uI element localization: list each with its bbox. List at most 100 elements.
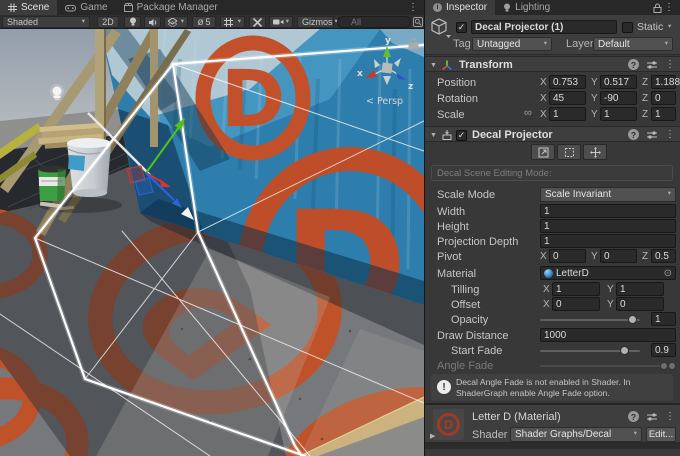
axis-y-label: Y	[591, 251, 598, 262]
presets-icon[interactable]	[646, 130, 658, 140]
rotation-x-field[interactable]: 45	[549, 91, 586, 105]
angle-fade-label: Angle Fade	[437, 360, 493, 372]
scene-effects-dropdown[interactable]: ▾	[164, 16, 188, 28]
scene-viewport[interactable]: D	[0, 29, 424, 456]
angle-fade-slider[interactable]	[540, 365, 673, 367]
chevron-down-icon: ▾	[286, 19, 289, 26]
inspector-menu-icon[interactable]: ⋮	[664, 3, 674, 13]
material-section-title: Letter D (Material)	[472, 411, 561, 423]
position-z-field[interactable]: 1.188	[651, 75, 676, 89]
scene-tab-menu-icon[interactable]: ⋮	[408, 3, 418, 13]
scene-search-input[interactable]	[337, 16, 411, 28]
component-menu-icon[interactable]: ⋮	[665, 130, 675, 140]
width-field[interactable]: 1	[540, 204, 676, 218]
decal-scale-tool-button[interactable]	[531, 144, 555, 160]
scene-audio-toggle[interactable]	[144, 16, 161, 28]
gameobject-cube-icon[interactable]	[430, 18, 452, 38]
scene-camera-dropdown[interactable]: ▾	[269, 16, 293, 28]
draw-distance-field[interactable]: 1000	[540, 328, 676, 342]
gizmos-label: Gizmos	[302, 17, 333, 27]
component-enabled-checkbox[interactable]: ✓	[456, 130, 467, 141]
decal-pivot-tool-button[interactable]	[583, 144, 607, 160]
gameobject-name-field[interactable]: Decal Projector (1)	[471, 20, 617, 34]
width-row: Width 1	[425, 204, 680, 219]
rotation-y-field[interactable]: -90	[600, 91, 637, 105]
opacity-field[interactable]: 1	[651, 312, 676, 326]
height-field[interactable]: 1	[540, 219, 676, 233]
toggle-2d-button[interactable]: 2D	[97, 16, 119, 28]
opacity-slider-knob[interactable]	[628, 315, 637, 324]
angle-fade-row: Angle Fade	[425, 358, 680, 373]
tiling-y-field[interactable]: 1	[616, 282, 664, 296]
material-thumbnail[interactable]: D	[433, 409, 464, 440]
pivot-x-field[interactable]: 0	[549, 249, 586, 263]
decal-crop-tool-button[interactable]	[557, 144, 581, 160]
draw-distance-label: Draw Distance	[437, 330, 509, 342]
toggle-2d-label: 2D	[102, 17, 114, 27]
tab-lighting[interactable]: Lighting	[495, 0, 558, 15]
material-thumbnail-letter: D	[444, 418, 454, 432]
angle-fade-max-knob[interactable]	[668, 362, 676, 370]
offset-y-field[interactable]: 0	[616, 297, 664, 311]
opacity-slider[interactable]	[540, 319, 640, 321]
layer-dropdown[interactable]: Default▾	[593, 37, 673, 51]
scene-lighting-toggle[interactable]	[124, 16, 141, 28]
axis-x-label: X	[540, 251, 547, 262]
presets-icon[interactable]	[646, 412, 658, 422]
pivot-z-field[interactable]: 0.5	[651, 249, 676, 263]
help-icon[interactable]: ?	[628, 129, 639, 140]
axis-x-label: X	[540, 77, 547, 88]
material-object-field[interactable]: LetterD ⊙	[540, 266, 676, 280]
object-picker-icon[interactable]: ⊙	[664, 268, 672, 279]
angle-fade-min-knob[interactable]	[660, 362, 668, 370]
tab-inspector[interactable]: i Inspector	[425, 0, 495, 15]
start-fade-field[interactable]: 0.9	[651, 343, 676, 357]
projection-depth-label: Projection Depth	[437, 236, 518, 248]
inspector-tabbar: i Inspector Lighting ⋮	[425, 0, 680, 15]
static-checkbox[interactable]	[622, 22, 633, 33]
rotation-z-field[interactable]: 0	[651, 91, 676, 105]
grid-settings-dropdown[interactable]: ▾	[220, 16, 245, 28]
scale-x-field[interactable]: 1	[549, 107, 586, 121]
tab-package-manager[interactable]: Package Manager	[116, 0, 226, 15]
shader-dropdown[interactable]: Shader Graphs/Decal▾	[510, 427, 642, 442]
decal-projector-header[interactable]: ▼ ✓ Decal Projector ? ⋮	[425, 126, 680, 142]
foldout-icon[interactable]: ▶	[430, 432, 435, 440]
component-menu-icon[interactable]: ⋮	[665, 60, 675, 70]
tag-dropdown[interactable]: Untagged▾	[472, 37, 552, 51]
width-label: Width	[437, 206, 465, 218]
section-menu-icon[interactable]: ⋮	[665, 412, 675, 422]
scale-y-field[interactable]: 1	[600, 107, 637, 121]
projection-depth-field[interactable]: 1	[540, 234, 676, 248]
foldout-icon[interactable]: ▼	[430, 62, 437, 69]
scale-mode-dropdown[interactable]: Scale Invariant▾	[540, 187, 676, 202]
scene-tools-button[interactable]	[249, 16, 266, 28]
material-label: Material	[437, 268, 476, 280]
lock-icon[interactable]	[653, 3, 662, 13]
shader-edit-button[interactable]: Edit...	[646, 427, 676, 442]
offset-x-field[interactable]: 0	[552, 297, 600, 311]
start-fade-slider-knob[interactable]	[620, 346, 629, 355]
search-pane-icon[interactable]	[413, 17, 423, 27]
presets-icon[interactable]	[646, 60, 658, 70]
transform-header[interactable]: ▼ Transform ? ⋮	[425, 56, 680, 72]
foldout-icon[interactable]: ▼	[430, 132, 437, 139]
scale-z-field[interactable]: 1	[651, 107, 676, 121]
tab-game[interactable]: Game	[57, 0, 115, 15]
help-icon[interactable]: ?	[628, 59, 639, 70]
gizmos-dropdown[interactable]: Gizmos ▾	[297, 16, 334, 28]
gameobject-active-checkbox[interactable]: ✓	[456, 22, 467, 33]
pivot-label: Pivot	[437, 251, 461, 263]
tab-scene-label: Scene	[21, 2, 49, 13]
unity-editor-window: Scene Game Package Manager ⋮ Shaded ▾ 2D	[0, 0, 680, 456]
position-x-field[interactable]: 0.753	[549, 75, 586, 89]
shading-mode-dropdown[interactable]: Shaded ▾	[2, 16, 90, 28]
tab-scene[interactable]: Scene	[0, 0, 57, 15]
tiling-x-field[interactable]: 1	[552, 282, 600, 296]
pivot-y-field[interactable]: 0	[600, 249, 637, 263]
static-dropdown-icon[interactable]: ▾	[668, 24, 671, 31]
scene-visibility-toggle[interactable]: ø 5	[192, 16, 216, 28]
link-scale-icon[interactable]: ∞	[524, 107, 532, 119]
help-icon[interactable]: ?	[628, 411, 639, 422]
position-y-field[interactable]: 0.517	[600, 75, 637, 89]
